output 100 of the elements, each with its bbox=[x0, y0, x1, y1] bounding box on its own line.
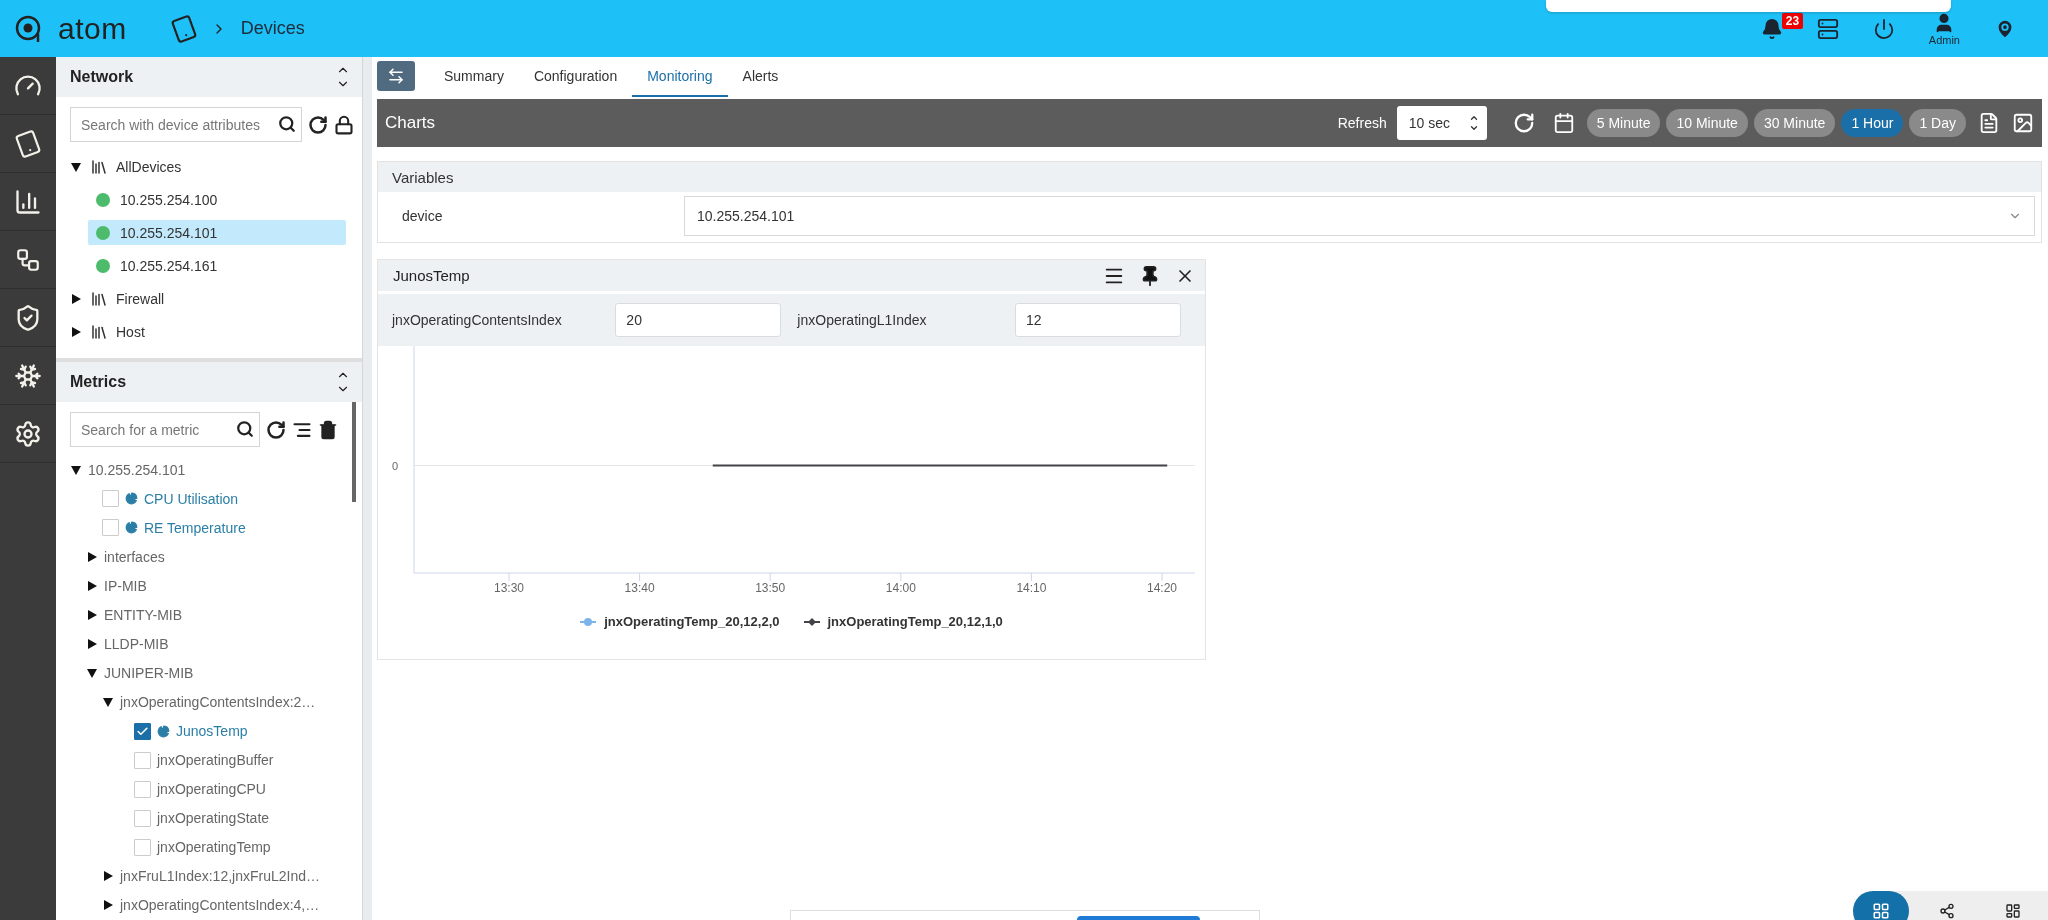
device-tree-item[interactable]: 10.255.254.100 bbox=[88, 187, 346, 212]
time-range-button[interactable]: 5 Minute bbox=[1586, 109, 1661, 137]
trash-icon[interactable] bbox=[318, 419, 338, 440]
calendar-icon[interactable] bbox=[1552, 112, 1575, 134]
device-tree-item[interactable]: 10.255.254.101 bbox=[88, 220, 346, 245]
folder-label[interactable]: 10.255.254.101 bbox=[88, 461, 186, 478]
expanded-caret-icon[interactable] bbox=[102, 696, 114, 709]
user-button[interactable]: Admin bbox=[1928, 11, 1960, 46]
section-title: Metrics bbox=[70, 373, 127, 391]
bell-icon[interactable] bbox=[1760, 17, 1783, 40]
filter-label: jnxOperatingContentsIndex bbox=[392, 312, 563, 328]
refresh-label: Refresh bbox=[1337, 115, 1387, 131]
card-title: JunosTemp bbox=[393, 267, 470, 284]
server-icon[interactable] bbox=[1816, 17, 1839, 40]
library-icon bbox=[90, 322, 108, 341]
pie-chart-icon bbox=[157, 724, 170, 738]
tab[interactable]: Configuration bbox=[518, 57, 633, 97]
swap-button[interactable] bbox=[377, 61, 415, 91]
folder-label[interactable]: ENTITY-MIB bbox=[104, 606, 183, 623]
tab[interactable]: Monitoring bbox=[632, 57, 728, 97]
tick-mark bbox=[769, 572, 771, 582]
refresh-icon[interactable] bbox=[308, 114, 328, 135]
collapsed-caret-icon[interactable] bbox=[102, 870, 114, 883]
variable-select[interactable]: 10.255.254.101 bbox=[684, 196, 2035, 236]
filter-label: jnxOperatingL1Index bbox=[797, 312, 928, 328]
x-tick-label: 13:50 bbox=[755, 581, 786, 595]
power-icon[interactable] bbox=[1872, 17, 1895, 40]
expanded-caret-icon[interactable] bbox=[70, 160, 82, 173]
library-icon bbox=[90, 157, 108, 176]
grid-view-icon[interactable] bbox=[1853, 891, 1909, 920]
refresh-icon[interactable] bbox=[1512, 112, 1535, 134]
folder-label[interactable]: LLDP-MIB bbox=[104, 635, 169, 652]
group-label[interactable]: Host bbox=[116, 323, 145, 340]
checkbox[interactable] bbox=[134, 722, 151, 740]
tick-mark bbox=[639, 572, 641, 582]
legend-item[interactable]: jnxOperatingTemp_20,12,1,0 bbox=[803, 614, 1003, 629]
collapsed-caret-icon[interactable] bbox=[102, 899, 114, 912]
toolbar-title: Charts bbox=[385, 113, 436, 133]
search-field[interactable]: Search with device attributes bbox=[70, 107, 302, 142]
expanded-caret-icon[interactable] bbox=[70, 463, 82, 476]
metric-label[interactable]: jnxOperatingCPU bbox=[157, 781, 266, 798]
tab[interactable]: Summary bbox=[429, 57, 519, 97]
stepper-icon bbox=[1468, 113, 1479, 133]
collapsed-caret-icon[interactable] bbox=[86, 637, 98, 650]
logo-text: atom bbox=[58, 11, 127, 46]
collapsed-caret-icon[interactable] bbox=[86, 579, 98, 592]
metric-label[interactable]: jnxOperatingState bbox=[157, 810, 270, 827]
scrollbar[interactable] bbox=[352, 402, 356, 502]
x-tick-label: 13:40 bbox=[624, 581, 655, 595]
metric-label[interactable]: jnxOperatingBuffer bbox=[157, 752, 274, 769]
time-range-button[interactable]: 1 Hour bbox=[1841, 109, 1904, 137]
metric-label[interactable]: jnxOperatingTemp bbox=[157, 839, 271, 856]
breadcrumb[interactable]: Devices bbox=[240, 18, 305, 39]
time-range-button[interactable]: 10 Minute bbox=[1666, 109, 1748, 137]
folder-label[interactable]: jnxOperatingContentsIndex:4,… bbox=[120, 897, 320, 914]
metric-label[interactable]: JunosTemp bbox=[176, 723, 248, 740]
time-range-button[interactable]: 1 Day bbox=[1909, 109, 1966, 137]
expanded-caret-icon[interactable] bbox=[86, 666, 98, 679]
time-range-button[interactable]: 30 Minute bbox=[1753, 109, 1836, 137]
x-tick-label: 13:30 bbox=[494, 581, 524, 595]
folder-label[interactable]: JUNIPER-MIB bbox=[104, 664, 194, 681]
collapsed-caret-icon[interactable] bbox=[70, 292, 82, 305]
check-icon bbox=[136, 724, 149, 738]
search-icon[interactable] bbox=[278, 115, 296, 133]
filter-input[interactable]: 12 bbox=[1015, 303, 1181, 337]
refresh-select[interactable]: 10 sec bbox=[1396, 106, 1487, 140]
x-tick-label: 14:20 bbox=[1147, 581, 1177, 595]
tick-mark bbox=[900, 572, 902, 582]
group-label[interactable]: AllDevices bbox=[116, 158, 182, 175]
pdf-file-icon[interactable] bbox=[1978, 112, 2000, 134]
folder-label[interactable]: jnxFruL1Index:12,jnxFruL2Ind… bbox=[120, 868, 320, 885]
tick-mark bbox=[1030, 572, 1032, 582]
legend-item[interactable]: jnxOperatingTemp_20,12,2,0 bbox=[580, 614, 780, 629]
search-icon[interactable] bbox=[236, 420, 254, 438]
search-field[interactable]: Search for a metric bbox=[70, 412, 260, 447]
pie-chart-icon bbox=[125, 521, 138, 535]
library-icon bbox=[90, 289, 108, 308]
metric-label[interactable]: CPU Utilisation bbox=[144, 490, 239, 507]
refresh-icon[interactable] bbox=[266, 419, 286, 440]
collapsed-caret-icon[interactable] bbox=[86, 608, 98, 621]
variable-label: device bbox=[402, 208, 444, 224]
metric-label[interactable]: RE Temperature bbox=[144, 519, 246, 536]
tab[interactable]: Alerts bbox=[727, 57, 794, 97]
image-file-icon[interactable] bbox=[2012, 112, 2034, 134]
collapsed-caret-icon[interactable] bbox=[70, 325, 82, 338]
collapsed-caret-icon[interactable] bbox=[86, 550, 98, 563]
group-label[interactable]: Firewall bbox=[116, 290, 165, 307]
y-axis-label: 0 bbox=[392, 459, 399, 472]
panel-title: Variables bbox=[378, 162, 2041, 192]
folder-label[interactable]: jnxOperatingContentsIndex:2… bbox=[120, 694, 316, 711]
pie-chart-icon bbox=[125, 492, 138, 506]
device-tree-item[interactable]: 10.255.254.161 bbox=[88, 253, 346, 278]
folder-label[interactable]: IP-MIB bbox=[104, 577, 147, 594]
x-tick-label: 14:10 bbox=[1016, 581, 1047, 595]
notification-count: 23 bbox=[1781, 12, 1804, 29]
filter-input[interactable]: 20 bbox=[615, 303, 782, 337]
section-title: Network bbox=[70, 68, 134, 86]
swap-arrows-icon bbox=[387, 67, 405, 85]
folder-label[interactable]: interfaces bbox=[104, 548, 165, 565]
lock-icon[interactable] bbox=[334, 114, 354, 135]
